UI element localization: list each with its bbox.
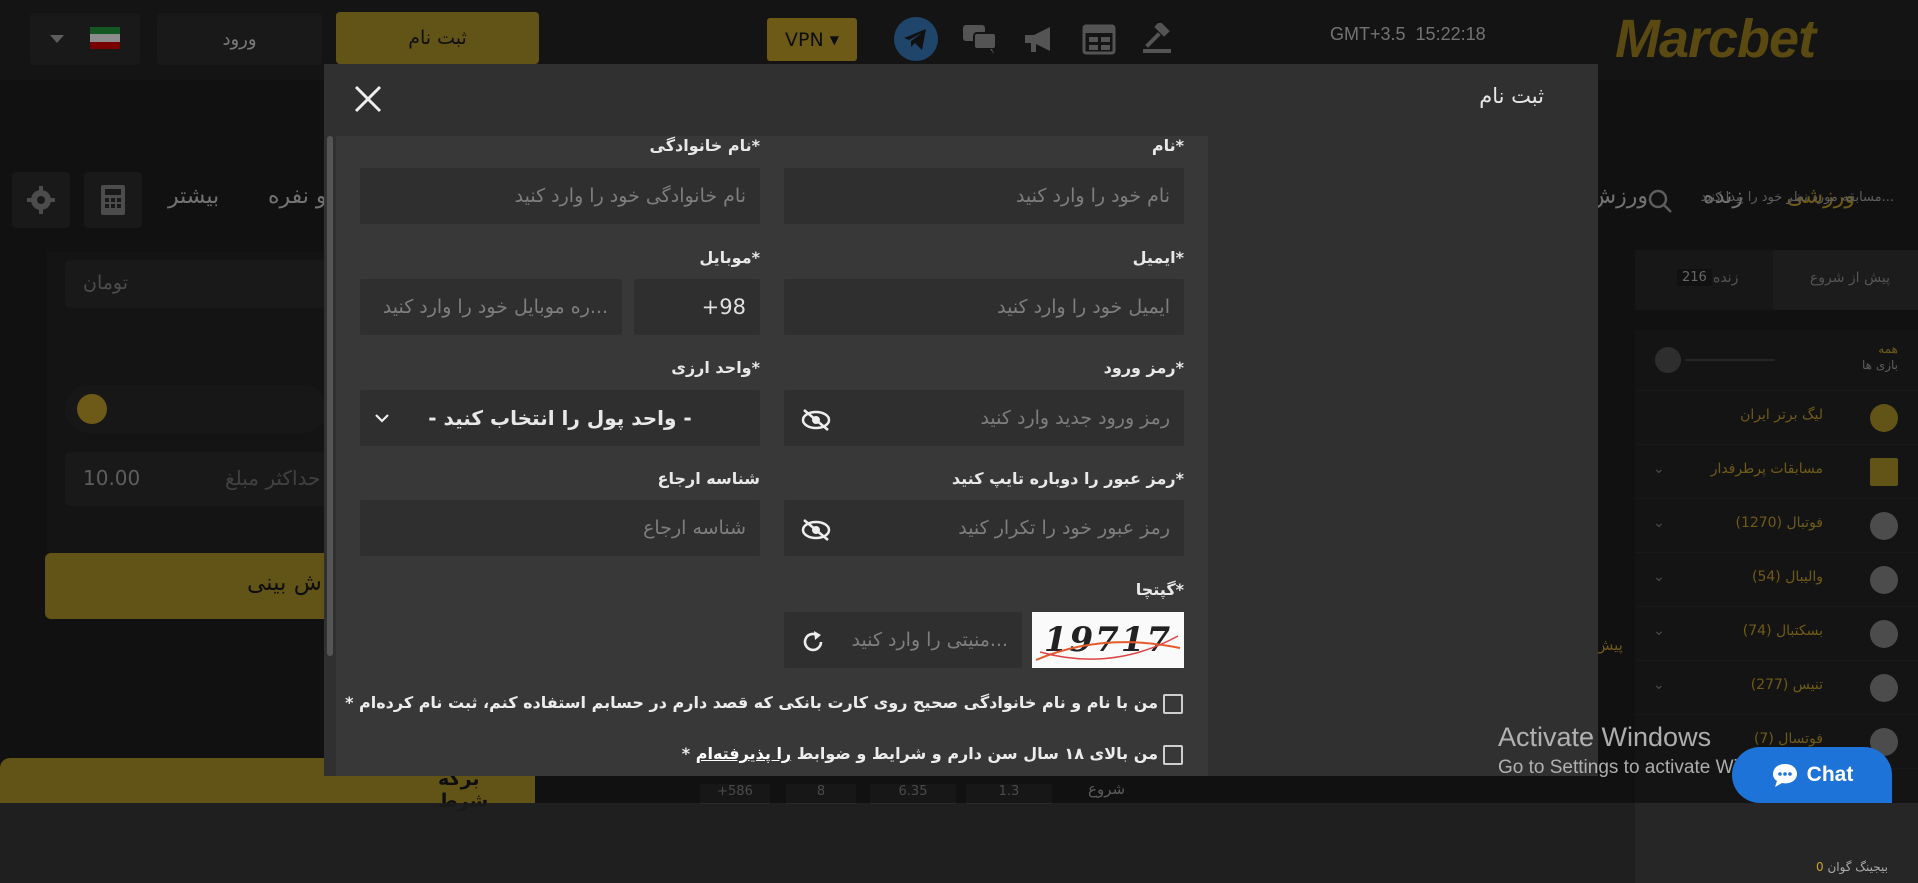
referral-field[interactable]: شناسه ارجاع [360,500,760,556]
registration-form: نام* نام خانوادگی* نام خود را وارد کنید … [336,136,1208,776]
password-field[interactable]: رمز ورود جدید وارد کنید [784,390,1184,446]
eye-slash-icon[interactable] [801,518,831,542]
terms-consent-text: من بالای ۱۸ سال سن دارم و شرایط و ضوابط … [682,744,1158,763]
currency-label: واحد ارزی* [671,358,760,377]
password-placeholder: رمز ورود جدید وارد کنید [980,407,1170,429]
bank-card-checkbox[interactable] [1163,694,1183,714]
betting-label: بیجینگ گوان [1827,860,1888,874]
captcha-label: گپتچا* [1135,580,1184,599]
captcha-image: 19717 [1032,612,1184,668]
last-name-label: نام خانوادگی* [649,136,760,155]
chat-label: Chat [1806,763,1854,786]
referral-placeholder: شناسه ارجاع [643,517,746,539]
last-name-placeholder: نام خانوادگی خود را وارد کنید [514,185,746,207]
mobile-label: موبایل* [699,248,760,267]
betting-count: 0 [1815,860,1824,874]
mobile-placeholder: ...ره موبایل خود را وارد کنید [382,296,608,318]
country-code-value: +98 [701,295,746,319]
modal-scrollbar[interactable] [327,136,333,656]
currency-select[interactable]: - واحد پول را انتخاب کنید - [360,390,760,446]
chat-bubble-icon [1772,764,1797,787]
password-repeat-placeholder: رمز عبور خود را تکرار کنید [958,517,1170,539]
first-name-placeholder: نام خود را وارد کنید [1015,185,1170,207]
password-repeat-field[interactable]: رمز عبور خود را تکرار کنید [784,500,1184,556]
captcha-placeholder: ...منیتی را وارد کنید [851,629,1008,651]
email-label: ایمیل* [1132,248,1184,267]
register-modal: ثبت نام نام* نام خانوادگی* نام خود را وا… [324,64,1598,776]
password-label: رمز ورود* [1103,358,1184,377]
betting-row: 0 بیجینگ گوان [1816,860,1888,874]
terms-text-suffix: * [681,744,696,763]
first-name-field[interactable]: نام خود را وارد کنید [784,168,1184,224]
bank-card-consent-text: من با نام و نام خانوادگی صحیح روی کارت ب… [345,693,1158,712]
refresh-icon[interactable] [800,629,826,655]
eye-slash-icon[interactable] [801,408,831,432]
first-name-label: نام* [1151,136,1184,155]
chevron-down-icon [375,414,389,423]
email-field[interactable]: ایمیل خود را وارد کنید [784,279,1184,335]
currency-value: - واحد پول را انتخاب کنید - [428,406,692,430]
referral-label: شناسه ارجاع [657,469,760,488]
mobile-field[interactable]: ...ره موبایل خود را وارد کنید [360,279,622,335]
email-placeholder: ایمیل خود را وارد کنید [997,296,1170,318]
last-name-field[interactable]: نام خانوادگی خود را وارد کنید [360,168,760,224]
terms-checkbox[interactable] [1163,745,1183,765]
terms-link[interactable]: را پذیرفته‌ام [696,744,791,763]
chat-button[interactable]: Chat [1732,747,1892,803]
country-code-field[interactable]: +98 [634,279,760,335]
captcha-noise [1035,635,1181,661]
terms-text-prefix: من بالای ۱۸ سال سن دارم و شرایط و ضوابط [796,744,1158,763]
modal-title: ثبت نام [1479,84,1544,108]
close-icon[interactable] [351,82,385,116]
password-repeat-label: رمز عبور را دوباره تایپ کنید* [951,469,1184,488]
